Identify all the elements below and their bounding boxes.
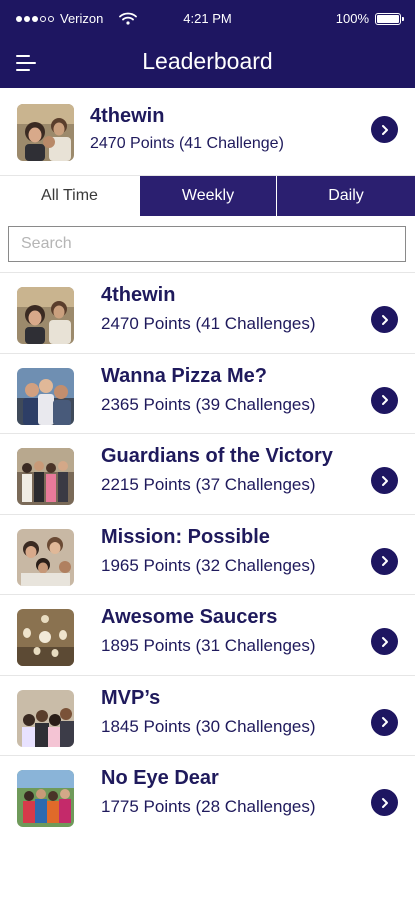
team-name: MVP’s bbox=[101, 686, 161, 709]
list-item[interactable]: Awesome Saucers 1895 Points (31 Challeng… bbox=[0, 595, 415, 676]
list-item[interactable]: MVP’s 1845 Points (30 Challenges) bbox=[0, 676, 415, 756]
team-points: 1895 Points (31 Challenges) bbox=[101, 636, 316, 655]
list-item[interactable]: Guardians of the Victory 2215 Points (37… bbox=[0, 434, 415, 515]
avatar bbox=[17, 609, 74, 666]
my-team-points: 2470 Points (41 Challenge) bbox=[90, 135, 284, 152]
battery-group: 100% bbox=[335, 11, 404, 26]
tab-daily[interactable]: Daily bbox=[277, 176, 415, 216]
team-points: 2215 Points (37 Challenges) bbox=[101, 475, 316, 494]
leaderboard-list: 4thewin 2470 Points (41 Challenges) Wann… bbox=[0, 272, 415, 837]
team-name: 4thewin bbox=[101, 284, 176, 306]
search-input[interactable] bbox=[8, 226, 406, 262]
chevron-right-circle-icon[interactable] bbox=[371, 789, 398, 816]
battery-icon bbox=[375, 12, 404, 25]
tab-all-time[interactable]: All Time bbox=[0, 176, 139, 216]
chevron-right-circle-icon[interactable] bbox=[371, 386, 398, 414]
list-item[interactable]: No Eye Dear 1775 Points (28 Challenges) bbox=[0, 756, 415, 837]
tab-weekly[interactable]: Weekly bbox=[140, 176, 276, 216]
chevron-right-circle-icon[interactable] bbox=[371, 547, 398, 575]
app-bar: Leaderboard bbox=[0, 38, 415, 88]
avatar bbox=[17, 689, 74, 747]
battery-percent: 100% bbox=[335, 11, 369, 26]
chevron-right-circle-icon[interactable] bbox=[371, 306, 398, 333]
avatar bbox=[17, 287, 74, 344]
team-name: Guardians of the Victory bbox=[101, 445, 333, 467]
team-points: 2365 Points (39 Challenges) bbox=[101, 394, 316, 414]
avatar bbox=[17, 770, 74, 827]
page-title: Leaderboard bbox=[142, 48, 273, 74]
status-bar: Verizon 4:21 PM 100% bbox=[0, 0, 415, 38]
team-name: Awesome Saucers bbox=[101, 606, 278, 628]
team-points: 1775 Points (28 Challenges) bbox=[101, 797, 316, 816]
team-points: 1965 Points (32 Challenges) bbox=[101, 555, 316, 575]
team-points: 2470 Points (41 Challenges) bbox=[101, 314, 316, 333]
avatar bbox=[17, 367, 74, 425]
list-item[interactable]: Mission: Possible 1965 Points (32 Challe… bbox=[0, 515, 415, 595]
team-name: No Eye Dear bbox=[101, 767, 219, 789]
team-name: Mission: Possible bbox=[101, 525, 270, 548]
avatar bbox=[17, 448, 74, 505]
chevron-right-circle-icon[interactable] bbox=[371, 116, 398, 143]
chevron-right-circle-icon[interactable] bbox=[371, 467, 398, 494]
team-points: 1845 Points (30 Challenges) bbox=[101, 716, 316, 736]
list-item[interactable]: Wanna Pizza Me? 2365 Points (39 Challeng… bbox=[0, 354, 415, 434]
team-name: Wanna Pizza Me? bbox=[101, 364, 267, 387]
period-tabs: All Time Weekly Daily bbox=[0, 176, 415, 216]
chevron-right-circle-icon[interactable] bbox=[371, 708, 398, 736]
avatar bbox=[17, 104, 74, 161]
list-item[interactable]: 4thewin 2470 Points (41 Challenges) bbox=[0, 273, 415, 354]
avatar bbox=[17, 528, 74, 586]
my-team-name: 4thewin bbox=[90, 105, 165, 127]
chevron-right-circle-icon[interactable] bbox=[371, 628, 398, 655]
my-team-card[interactable]: 4thewin 2470 Points (41 Challenge) bbox=[0, 88, 415, 176]
